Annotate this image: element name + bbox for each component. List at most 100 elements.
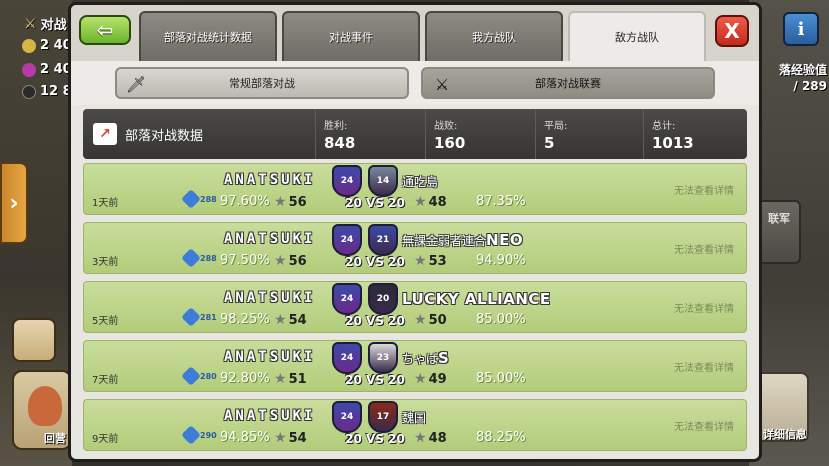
war-stats-title: 部落对战数据 — [125, 129, 204, 144]
our-clan-name: ANATSUKI — [224, 290, 316, 306]
war-xp: 281 — [181, 307, 217, 327]
enemy-clan-name: ちゃばS — [402, 349, 450, 367]
gold-icon — [22, 38, 36, 53]
xp-icon — [181, 307, 201, 327]
our-clan-name: ANATSUKI — [224, 408, 316, 424]
war-score: 20 VS 20 — [345, 196, 405, 210]
enemy-destruction: 87.35% — [476, 194, 526, 209]
xp-icon — [181, 248, 201, 268]
war-xp: 280 — [181, 366, 217, 386]
enemy-clan-name: 魏国 — [402, 411, 427, 425]
enemy-clan-badge: 21 — [368, 224, 398, 256]
xp-icon — [181, 189, 201, 209]
star-icon: ★ — [414, 371, 427, 387]
wins-cell: 胜利: 848 — [315, 109, 425, 159]
our-clan-badge: 24 — [332, 224, 362, 256]
our-destruction: 98.25% — [220, 312, 270, 327]
losses-cell: 战败: 160 — [425, 109, 535, 159]
enemy-stars: ★ 48 — [414, 194, 447, 210]
war-xp: 288 — [181, 248, 217, 268]
war-score: 20 VS 20 — [345, 373, 405, 387]
sword-icon: 🗡 — [125, 74, 147, 94]
our-stars: ★ 54 — [274, 312, 307, 328]
side-badge[interactable]: 联军 — [757, 200, 801, 264]
no-details-label: 无法查看详情 — [674, 422, 734, 433]
no-details-label: 无法查看详情 — [674, 363, 734, 374]
star-icon: ★ — [414, 312, 427, 328]
xp-icon — [181, 425, 201, 445]
war-log-row[interactable]: ANATSUKI 5天前 281 98.25% ★ 54 24 20 20 VS… — [83, 281, 747, 333]
war-log-row[interactable]: ANATSUKI 9天前 290 94.85% ★ 54 24 17 20 VS… — [83, 399, 747, 451]
our-clan-badge: 24 — [332, 283, 362, 315]
archer-queen-icon — [28, 386, 62, 426]
war-time: 1天前 — [92, 198, 119, 209]
our-stars: ★ 56 — [274, 194, 307, 210]
war-log-list: ANATSUKI 1天前 288 97.60% ★ 56 24 14 20 VS… — [83, 163, 747, 459]
info-button[interactable]: i — [783, 12, 819, 46]
enemy-stars: ★ 50 — [414, 312, 447, 328]
star-icon: ★ — [274, 194, 287, 210]
crossed-swords-icon: ⚔ — [434, 74, 450, 94]
our-destruction: 97.50% — [220, 253, 270, 268]
our-destruction: 94.85% — [220, 430, 270, 445]
our-stars: ★ 56 — [274, 253, 307, 269]
enemy-clan-badge: 14 — [368, 165, 398, 197]
subtab-regular-war[interactable]: 🗡 常规部落对战 — [115, 67, 409, 99]
war-log-row[interactable]: ANATSUKI 7天前 280 92.80% ★ 51 24 23 20 VS… — [83, 340, 747, 392]
war-type-selector: 🗡 常规部落对战 ⚔ 部落对战联赛 — [71, 61, 759, 105]
total-cell: 总计: 1013 — [643, 109, 751, 159]
star-icon: ★ — [274, 371, 287, 387]
xp-icon — [181, 366, 201, 386]
star-icon: ★ — [274, 430, 287, 446]
war-xp: 288 — [181, 189, 217, 209]
war-time: 5天前 — [92, 316, 119, 327]
clan-xp: 落经验值 / 289 — [778, 63, 827, 93]
close-button[interactable]: X — [715, 15, 749, 47]
star-icon: ★ — [274, 312, 287, 328]
tab-clan-war-stats[interactable]: 部落对战统计数据 — [139, 11, 277, 61]
enemy-stars: ★ 53 — [414, 253, 447, 269]
war-log-row[interactable]: ANATSUKI 1天前 288 97.60% ★ 56 24 14 20 VS… — [83, 163, 747, 215]
back-button[interactable]: ⇦ — [79, 15, 131, 45]
war-time: 3天前 — [92, 257, 119, 268]
war-log-row[interactable]: ANATSUKI 3天前 288 97.50% ★ 56 24 21 20 VS… — [83, 222, 747, 274]
tab-enemy-team[interactable]: 敌方战队 — [568, 11, 706, 61]
chart-icon: ↗ — [93, 123, 117, 145]
war-stats-bar: ↗ 部落对战数据 胜利: 848 战败: 160 平局: 5 总计: 1013 — [83, 109, 747, 159]
enemy-clan-badge: 17 — [368, 401, 398, 433]
our-clan-badge: 24 — [332, 342, 362, 374]
enemy-clan-badge: 23 — [368, 342, 398, 374]
war-log-panel: ⇦ 部落对战统计数据 对战事件 我方战队 敌方战队 X 🗡 常规部落对战 ⚔ 部… — [68, 2, 762, 462]
tab-our-team[interactable]: 我方战队 — [425, 11, 563, 61]
our-clan-badge: 24 — [332, 165, 362, 197]
enemy-clan-name: LUCKY ALLIANCE — [402, 290, 551, 308]
tab-war-events[interactable]: 对战事件 — [282, 11, 420, 61]
no-details-label: 无法查看详情 — [674, 245, 734, 256]
enemy-destruction: 85.00% — [476, 312, 526, 327]
resource-elixir: 2 40 — [22, 62, 72, 77]
war-time: 7天前 — [92, 375, 119, 386]
resource-gold: 2 40 — [22, 38, 72, 53]
our-clan-name: ANATSUKI — [224, 231, 316, 247]
enemy-clan-badge: 20 — [368, 283, 398, 315]
enemy-destruction: 94.90% — [476, 253, 526, 268]
enemy-destruction: 88.25% — [476, 430, 526, 445]
back-arrow-icon: ⇦ — [96, 18, 114, 42]
enemy-clan-name: 通吃島 — [402, 175, 439, 189]
war-xp: 290 — [181, 425, 217, 445]
enemy-stars: ★ 48 — [414, 430, 447, 446]
war-score: 20 VS 20 — [345, 432, 405, 446]
background-title: ⚔ 对战 — [24, 15, 67, 34]
resource-dark-elixir: 12 8 — [22, 84, 72, 99]
enemy-destruction: 85.00% — [476, 371, 526, 386]
war-score: 20 VS 20 — [345, 255, 405, 269]
draws-cell: 平局: 5 — [535, 109, 643, 159]
header-bar: ⇦ 部落对战统计数据 对战事件 我方战队 敌方战队 X — [71, 5, 759, 61]
our-clan-name: ANATSUKI — [224, 349, 316, 365]
side-expand-button[interactable]: › — [0, 162, 28, 244]
builder-tool-icon[interactable] — [12, 318, 56, 362]
subtab-war-league[interactable]: ⚔ 部落对战联赛 — [421, 67, 715, 99]
our-destruction: 92.80% — [220, 371, 270, 386]
elixir-icon — [22, 62, 36, 77]
no-details-label: 无法查看详情 — [674, 304, 734, 315]
